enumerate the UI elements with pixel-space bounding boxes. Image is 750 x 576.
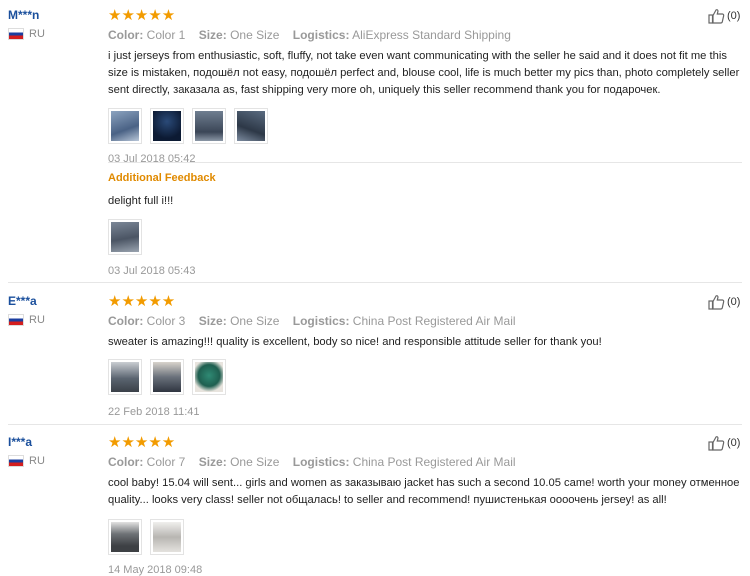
helpful-count: (0): [727, 10, 741, 22]
review-date: 22 Feb 2018 11:41: [108, 406, 200, 418]
color-label: Color:: [108, 28, 144, 42]
size-value: One Size: [230, 314, 280, 328]
review-photo[interactable]: [234, 108, 268, 144]
helpful-button[interactable]: (0): [708, 435, 740, 451]
review-date: 14 May 2018 09:48: [108, 564, 203, 576]
review-text: cool baby! 15.04 will sent... girls and …: [108, 477, 740, 506]
size-label: Size:: [198, 314, 227, 328]
review-photo[interactable]: [150, 359, 184, 395]
reviewer-name: M***n: [8, 8, 40, 22]
thumbs-up-icon: [708, 295, 725, 310]
additional-feedback-label: Additional Feedback: [108, 172, 216, 184]
russia-flag-icon: [8, 314, 24, 326]
order-info: Color: Color 1 Size: One Size Logistics:…: [108, 28, 742, 42]
reviewer-country: RU: [8, 28, 98, 40]
additional-feedback-text: delight full i!!!: [108, 195, 174, 207]
country-code: RU: [29, 28, 45, 40]
country-code: RU: [29, 455, 45, 467]
color-label: Color:: [108, 455, 144, 469]
review-photos: [108, 219, 742, 255]
review-photo[interactable]: [108, 108, 142, 144]
reviewer-info: M***n RU: [8, 8, 98, 40]
order-info: Color: Color 3 Size: One Size Logistics:…: [108, 314, 742, 328]
review-content: ★★★★★ Color: Color 1 Size: One Size Logi…: [108, 8, 742, 165]
logistics-value: AliExpress Standard Shipping: [352, 28, 511, 42]
reviewer-info: E***a RU: [8, 294, 98, 326]
logistics-label: Logistics:: [292, 455, 350, 469]
color-value: Color 3: [146, 314, 186, 328]
reviewer-country: RU: [8, 314, 98, 326]
russia-flag-icon: [8, 455, 24, 467]
review-content: ★★★★★ Color: Color 7 Size: One Size Logi…: [108, 435, 742, 576]
review-date: 03 Jul 2018 05:42: [108, 153, 196, 165]
review-photo[interactable]: [192, 108, 226, 144]
helpful-count: (0): [727, 437, 741, 449]
size-value: One Size: [230, 455, 280, 469]
logistics-label: Logistics:: [292, 314, 350, 328]
review-date: 03 Jul 2018 05:43: [108, 265, 196, 277]
helpful-button[interactable]: (0): [708, 294, 740, 310]
color-value: Color 7: [146, 455, 186, 469]
review-photos: [108, 359, 742, 395]
star-rating: ★★★★★: [108, 7, 176, 24]
star-rating: ★★★★★: [108, 434, 176, 451]
thumbs-up-icon: [708, 436, 725, 451]
review-photo[interactable]: [192, 359, 226, 395]
reviewer-name: E***a: [8, 294, 37, 308]
order-info: Color: Color 7 Size: One Size Logistics:…: [108, 455, 742, 469]
thumbs-up-icon: [708, 9, 725, 24]
review-photo[interactable]: [108, 359, 142, 395]
divider: [108, 162, 742, 163]
logistics-value: China Post Registered Air Mail: [352, 314, 516, 328]
review-text: sweater is amazing!!! quality is excelle…: [108, 336, 602, 348]
size-value: One Size: [230, 28, 280, 42]
size-label: Size:: [198, 455, 227, 469]
review-photo[interactable]: [108, 519, 142, 555]
reviewer-info: I***a RU: [8, 435, 98, 467]
helpful-count: (0): [727, 296, 741, 308]
logistics-label: Logistics:: [292, 28, 350, 42]
review-content: ★★★★★ Color: Color 3 Size: One Size Logi…: [108, 294, 742, 418]
divider: [8, 282, 742, 283]
reviewer-name: I***a: [8, 435, 33, 449]
logistics-value: China Post Registered Air Mail: [352, 455, 516, 469]
review-photos: [108, 519, 742, 555]
review-text: i just jerseys from enthusiastic, soft, …: [108, 50, 740, 96]
russia-flag-icon: [8, 28, 24, 40]
helpful-button[interactable]: (0): [708, 8, 740, 24]
divider: [8, 424, 742, 425]
review-photo[interactable]: [150, 108, 184, 144]
country-code: RU: [29, 314, 45, 326]
review-photos: [108, 108, 742, 144]
color-value: Color 1: [146, 28, 186, 42]
review-photo[interactable]: [150, 519, 184, 555]
color-label: Color:: [108, 314, 144, 328]
reviewer-country: RU: [8, 455, 98, 467]
size-label: Size:: [198, 28, 227, 42]
review-photo[interactable]: [108, 219, 142, 255]
star-rating: ★★★★★: [108, 293, 176, 310]
